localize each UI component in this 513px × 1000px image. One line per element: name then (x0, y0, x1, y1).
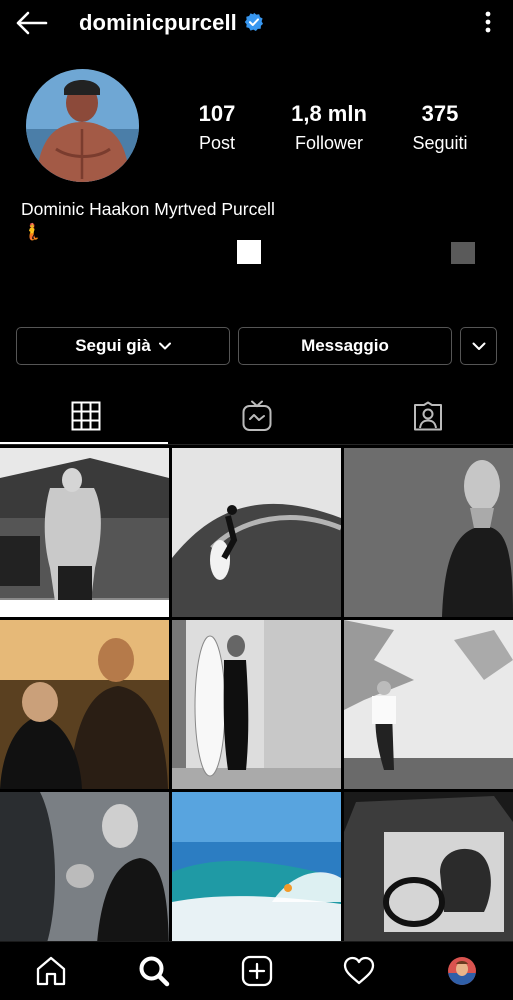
followers-count: 1,8 mln (291, 101, 367, 126)
following-label: Seguiti (412, 133, 468, 153)
tab-tagged[interactable] (342, 388, 513, 444)
add-square-icon[interactable] (240, 954, 274, 988)
chevron-down-icon (472, 342, 485, 350)
home-icon[interactable] (34, 954, 68, 988)
redacted-block (237, 240, 261, 264)
following-button-label: Segui già (75, 336, 151, 355)
stat-followers[interactable]: 1,8 mln Follower (278, 101, 380, 154)
top-bar: dominicpurcell (0, 0, 513, 46)
post-thumbnail[interactable] (172, 792, 341, 961)
suggested-dropdown-button[interactable] (460, 327, 497, 365)
bottom-navigation (0, 941, 513, 1000)
profile-tabs (0, 388, 513, 446)
heart-icon[interactable] (342, 954, 376, 988)
redacted-block (451, 242, 475, 264)
arrow-left-icon[interactable] (14, 9, 48, 37)
post-thumbnail[interactable] (172, 620, 341, 789)
post-thumbnail[interactable] (344, 448, 513, 617)
message-button[interactable]: Messaggio (238, 327, 452, 365)
post-thumbnail[interactable] (0, 620, 169, 789)
stat-posts[interactable]: 107 Post (177, 101, 257, 154)
posts-count: 107 (198, 101, 236, 126)
message-button-label: Messaggio (301, 336, 389, 355)
following-count: 375 (421, 101, 459, 126)
avatar (448, 957, 476, 985)
posts-grid (0, 446, 513, 961)
chevron-down-icon (158, 342, 171, 350)
profile-username: dominicpurcell (79, 10, 237, 35)
grid-icon (71, 401, 100, 431)
posts-label: Post (198, 133, 236, 153)
tabs-divider (0, 444, 513, 445)
stat-following[interactable]: 375 Seguiti (400, 101, 480, 154)
tab-igtv[interactable] (171, 388, 342, 444)
post-thumbnail[interactable] (0, 792, 169, 961)
post-thumbnail[interactable] (0, 448, 169, 617)
bio-emoji: 🧜 (22, 224, 42, 241)
more-vertical-icon[interactable] (479, 10, 497, 36)
tab-grid[interactable] (0, 388, 171, 444)
verified-badge-icon (244, 12, 264, 32)
full-name: Dominic Haakon Myrtved Purcell (21, 199, 275, 219)
followers-label: Follower (294, 133, 364, 153)
post-thumbnail[interactable] (344, 620, 513, 789)
search-icon[interactable] (137, 954, 171, 988)
post-thumbnail[interactable] (172, 448, 341, 617)
tagged-person-icon (413, 401, 442, 431)
post-thumbnail[interactable] (344, 792, 513, 961)
igtv-icon (242, 400, 271, 431)
following-button[interactable]: Segui già (16, 327, 230, 365)
profile-avatar-icon[interactable] (445, 954, 479, 988)
avatar[interactable] (26, 69, 139, 182)
